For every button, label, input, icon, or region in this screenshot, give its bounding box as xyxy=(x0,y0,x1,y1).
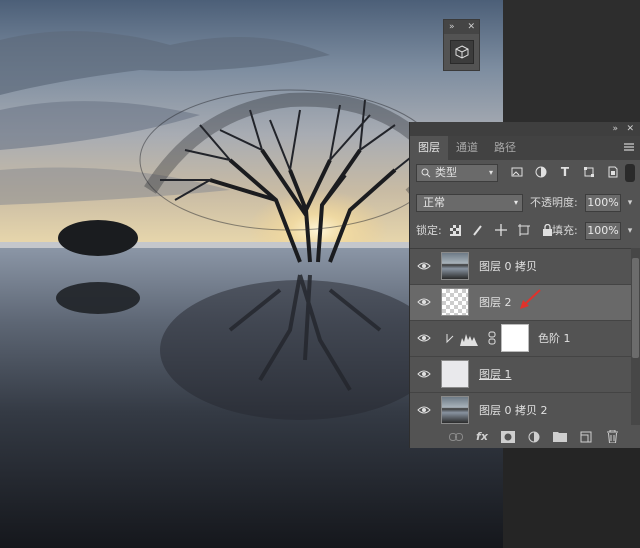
opacity-input[interactable]: 100% xyxy=(585,194,621,212)
layer-row[interactable]: 图层 1 xyxy=(410,357,632,393)
filter-kind-label: 类型 xyxy=(435,166,457,179)
adjustment-filter-icon[interactable] xyxy=(532,163,550,181)
shape-filter-icon[interactable] xyxy=(580,163,598,181)
layers-bottom-bar: fx xyxy=(410,425,640,448)
panel-tabs: 图层 通道 路径 xyxy=(410,136,640,160)
lock-position-icon[interactable] xyxy=(492,221,510,239)
eye-icon[interactable] xyxy=(417,369,431,379)
tab-channels[interactable]: 通道 xyxy=(448,136,486,160)
close-icon[interactable]: ✕ xyxy=(467,20,475,34)
lock-artboard-icon[interactable] xyxy=(515,221,533,239)
scrollbar-thumb[interactable] xyxy=(632,258,639,358)
eye-icon[interactable] xyxy=(417,405,431,415)
blend-row: 正常 ▾ 不透明度: 100% ▾ xyxy=(410,190,640,216)
new-layer-icon[interactable] xyxy=(578,429,594,445)
layer-thumbnail xyxy=(441,360,469,388)
collapse-icon[interactable]: » xyxy=(612,122,618,136)
layer-list-scrollbar[interactable] xyxy=(631,248,640,425)
close-icon[interactable]: ✕ xyxy=(626,122,634,136)
layers-panel[interactable]: » ✕ 图层 通道 路径 类型 ▾ T 正常 ▾ 不透明度: 100% ▾ 锁定… xyxy=(409,122,640,448)
opacity-label: 不透明度: xyxy=(530,196,578,209)
collapse-icon[interactable]: » xyxy=(449,20,455,34)
layer-row[interactable]: 图层 0 拷贝 2 xyxy=(410,393,632,425)
chevron-down-icon: ▾ xyxy=(488,168,493,177)
smart-object-filter-icon[interactable] xyxy=(604,163,622,181)
search-icon xyxy=(421,168,431,178)
opacity-dropdown-icon[interactable]: ▾ xyxy=(623,194,637,212)
delete-layer-icon[interactable] xyxy=(604,429,620,445)
filter-kind-select[interactable]: 类型 ▾ xyxy=(416,164,498,182)
fx-icon[interactable]: fx xyxy=(474,429,490,445)
blend-mode-value: 正常 xyxy=(423,196,445,209)
eye-icon[interactable] xyxy=(417,261,431,271)
link-layers-icon[interactable] xyxy=(448,429,464,445)
chevron-down-icon: ▾ xyxy=(513,198,518,207)
new-group-icon[interactable] xyxy=(552,429,568,445)
layer-name[interactable]: 图层 0 拷贝 xyxy=(479,249,537,285)
workspace-top-area xyxy=(503,0,640,122)
levels-adjustment-icon xyxy=(460,334,478,346)
panel-menu-icon[interactable] xyxy=(624,142,634,152)
lock-image-pixels-icon[interactable] xyxy=(469,221,487,239)
annotation-arrow-icon xyxy=(520,289,541,309)
new-adjustment-icon[interactable] xyxy=(526,429,542,445)
type-filter-icon[interactable]: T xyxy=(556,163,574,181)
tab-paths[interactable]: 路径 xyxy=(486,136,524,160)
layer-row[interactable]: 图层 2 xyxy=(410,285,632,321)
layer-thumbnail xyxy=(441,252,469,280)
3d-object-icon[interactable] xyxy=(450,40,474,64)
layer-name[interactable]: 图层 0 拷贝 2 xyxy=(479,393,548,425)
mini-panel-titlebar[interactable]: » ✕ xyxy=(444,20,479,34)
layer-thumbnail xyxy=(441,396,469,424)
panel-titlebar[interactable]: » ✕ xyxy=(410,122,640,136)
fill-dropdown-icon[interactable]: ▾ xyxy=(623,222,637,240)
layer-name[interactable]: 图层 2 xyxy=(479,285,512,321)
lock-transparent-pixels-icon[interactable] xyxy=(446,221,464,239)
layer-row[interactable]: 色阶 1 xyxy=(410,321,632,357)
add-mask-icon[interactable] xyxy=(500,429,516,445)
tab-layers[interactable]: 图层 xyxy=(410,136,448,160)
layer-mask-thumbnail[interactable] xyxy=(501,324,529,352)
layer-name[interactable]: 色阶 1 xyxy=(538,321,571,357)
floating-mini-panel[interactable]: » ✕ xyxy=(443,19,480,71)
filter-row: 类型 ▾ T xyxy=(410,160,640,186)
lock-label: 锁定: xyxy=(416,224,442,237)
layer-row[interactable]: 图层 0 拷贝 xyxy=(410,249,632,285)
layer-list[interactable]: 图层 0 拷贝 图层 2 色阶 1 图层 1 图层 0 拷贝 2 xyxy=(410,248,632,425)
lock-row: 锁定: 填充: 100% ▾ xyxy=(410,218,640,244)
eye-icon[interactable] xyxy=(417,333,431,343)
fill-label: 填充: xyxy=(552,224,578,237)
layer-thumbnail xyxy=(441,288,469,316)
layer-name[interactable]: 图层 1 xyxy=(479,357,512,393)
eye-icon[interactable] xyxy=(417,297,431,307)
link-icon[interactable] xyxy=(488,331,496,345)
filter-toggle[interactable] xyxy=(625,164,635,182)
clipping-mask-icon xyxy=(446,334,454,344)
fill-input[interactable]: 100% xyxy=(585,222,621,240)
image-filter-icon[interactable] xyxy=(508,163,526,181)
blend-mode-select[interactable]: 正常 ▾ xyxy=(416,194,523,212)
